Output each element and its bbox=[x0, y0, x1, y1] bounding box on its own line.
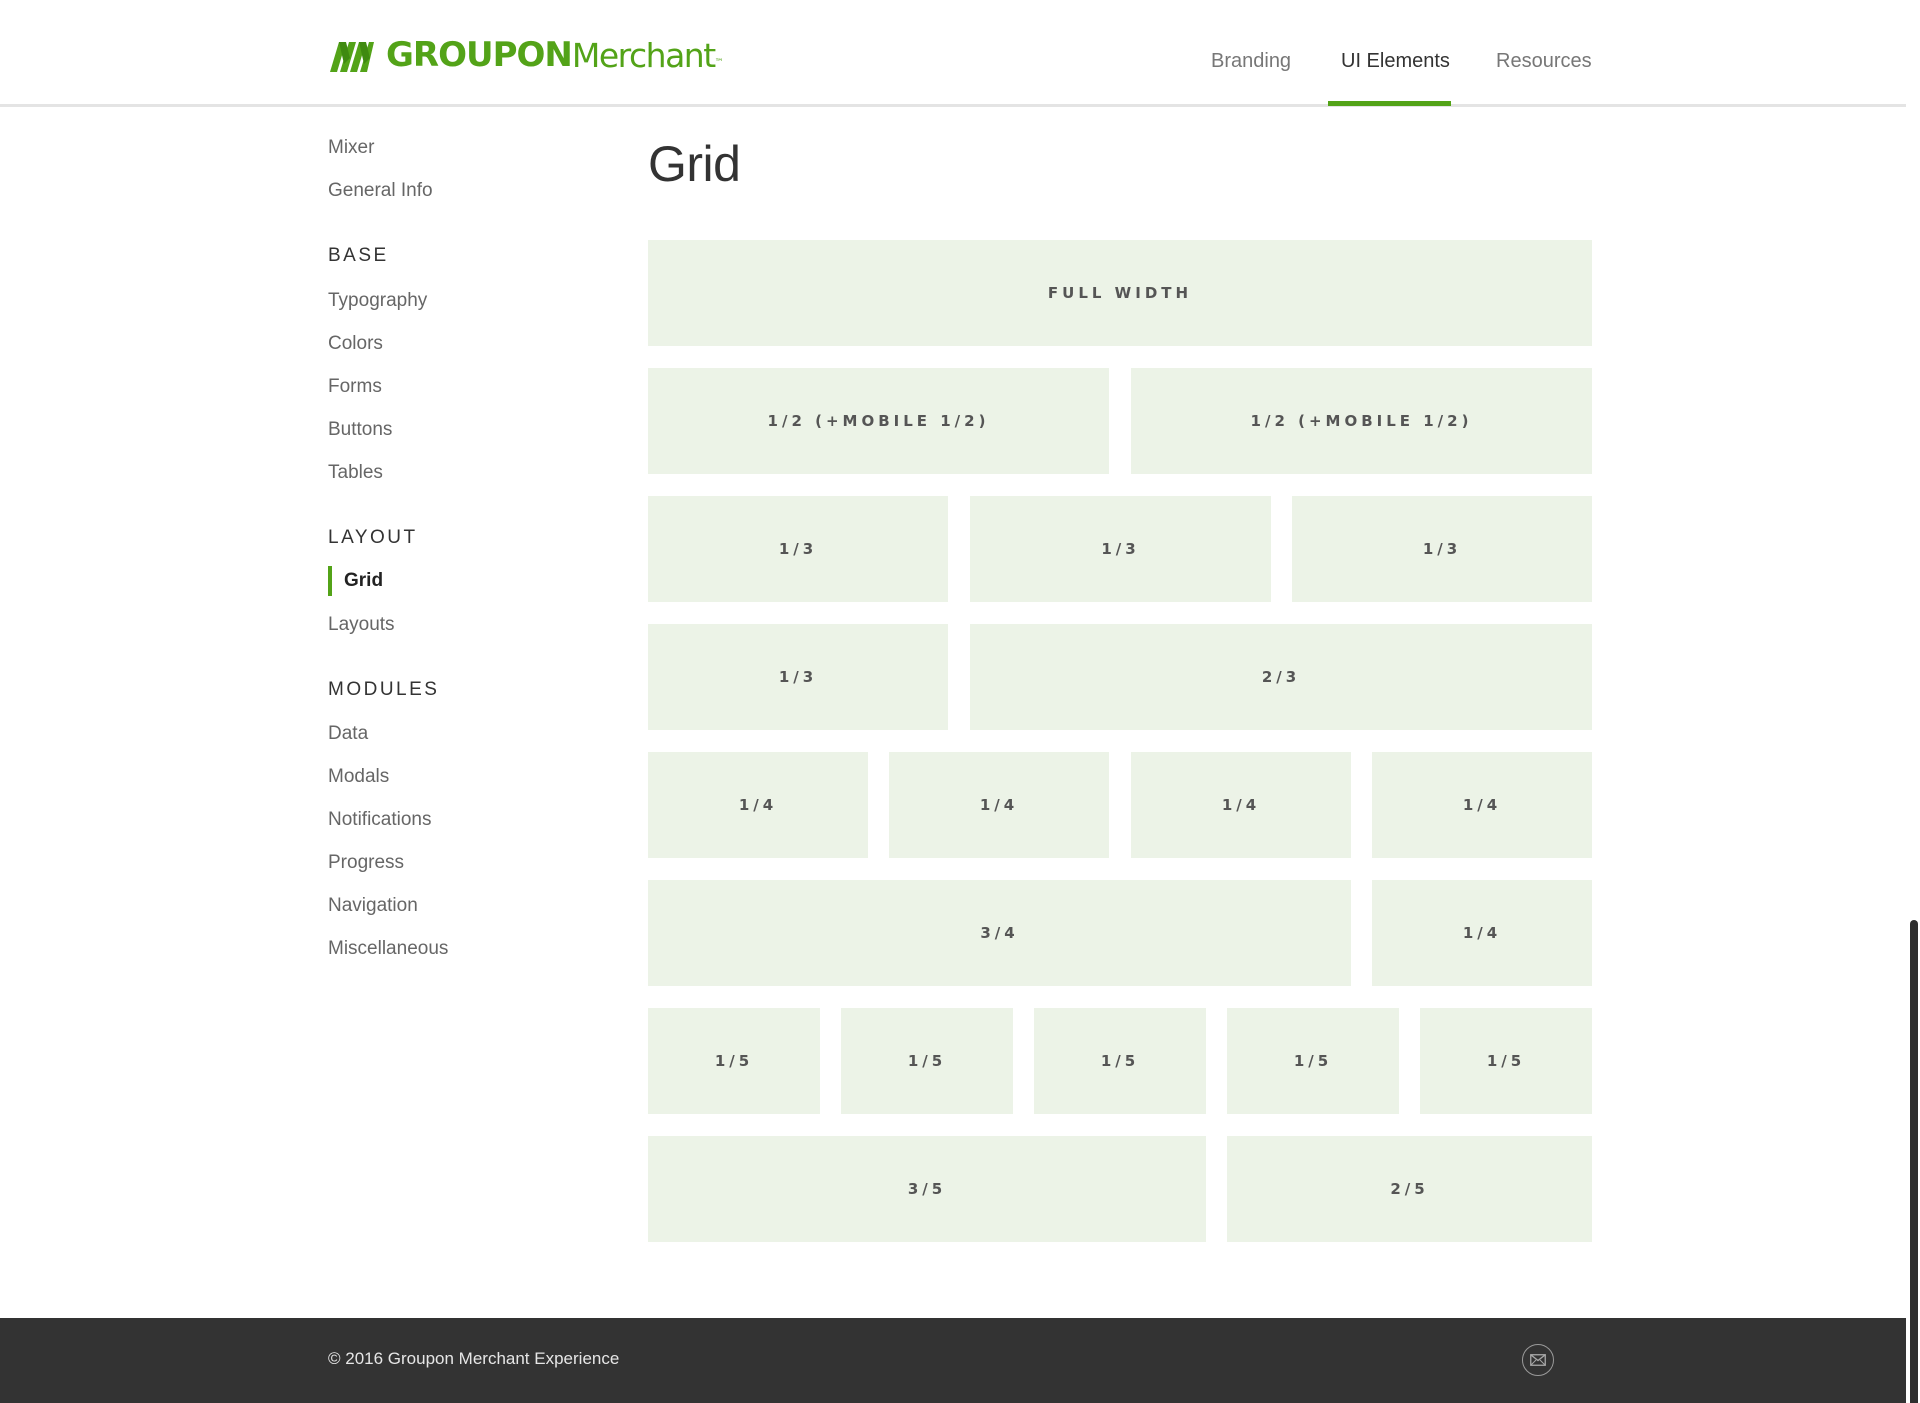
grid-cell-third: 1/3 bbox=[970, 496, 1271, 602]
logo-groupon-text: GROUPON bbox=[386, 35, 573, 75]
grid-cell-quarter: 1/4 bbox=[648, 752, 868, 858]
envelope-icon bbox=[1530, 1354, 1546, 1366]
sidebar-item-colors[interactable]: Colors bbox=[328, 333, 383, 355]
nav-item-ui-elements[interactable]: UI Elements bbox=[1341, 50, 1450, 73]
logo-merchant-text: Merchant bbox=[571, 35, 716, 75]
site-header: GROUPON Merchant ™ Branding UI Elements … bbox=[0, 0, 1920, 107]
logo-trademark: ™ bbox=[714, 58, 724, 68]
sidebar-item-miscellaneous[interactable]: Miscellaneous bbox=[328, 938, 448, 960]
grid-cell-fifth: 1/5 bbox=[648, 1008, 820, 1114]
sidebar-item-general-info[interactable]: General Info bbox=[328, 180, 433, 202]
grid-cell-quarter: 1/4 bbox=[1372, 752, 1592, 858]
grid-cell-fifth: 1/5 bbox=[1420, 1008, 1592, 1114]
grid-cell-full-width: FULL WIDTH bbox=[648, 240, 1592, 346]
sidebar-item-mixer[interactable]: Mixer bbox=[328, 137, 374, 159]
grid-cell-half: 1/2 (+MOBILE 1/2) bbox=[648, 368, 1109, 474]
sidebar-heading-layout: LAYOUT bbox=[328, 527, 418, 548]
groupon-logo-mark-icon bbox=[330, 42, 374, 72]
site-footer: © 2016 Groupon Merchant Experience bbox=[0, 1318, 1920, 1403]
grid-cell-two-fifths: 2/5 bbox=[1227, 1136, 1592, 1242]
grid-cell-quarter: 1/4 bbox=[1372, 880, 1592, 986]
grid-cell-half: 1/2 (+MOBILE 1/2) bbox=[1131, 368, 1592, 474]
grid-cell-two-thirds: 2/3 bbox=[970, 624, 1592, 730]
sidebar-item-typography[interactable]: Typography bbox=[328, 290, 427, 312]
nav-item-branding[interactable]: Branding bbox=[1211, 50, 1291, 73]
groupon-merchant-logo[interactable]: GROUPON Merchant ™ bbox=[330, 35, 724, 75]
sidebar-item-layouts[interactable]: Layouts bbox=[328, 614, 395, 636]
mail-icon[interactable] bbox=[1522, 1344, 1554, 1376]
grid-cell-fifth: 1/5 bbox=[1227, 1008, 1399, 1114]
sidebar-heading-modules: MODULES bbox=[328, 679, 440, 700]
grid-cell-quarter: 1/4 bbox=[889, 752, 1109, 858]
page-title: Grid bbox=[648, 136, 741, 192]
nav-item-resources[interactable]: Resources bbox=[1496, 50, 1592, 73]
grid-cell-third: 1/3 bbox=[648, 496, 948, 602]
sidebar-item-buttons[interactable]: Buttons bbox=[328, 419, 392, 441]
grid-cell-three-quarters: 3/4 bbox=[648, 880, 1351, 986]
page-scrollbar-thumb[interactable] bbox=[1910, 920, 1918, 1403]
grid-cell-fifth: 1/5 bbox=[841, 1008, 1013, 1114]
sidebar-item-tables[interactable]: Tables bbox=[328, 462, 383, 484]
sidebar-heading-base: BASE bbox=[328, 245, 389, 266]
sidebar-item-forms[interactable]: Forms bbox=[328, 376, 382, 398]
footer-copyright: © 2016 Groupon Merchant Experience bbox=[328, 1349, 620, 1368]
nav-active-underline bbox=[1328, 101, 1451, 106]
sidebar-item-modals[interactable]: Modals bbox=[328, 766, 389, 788]
sidebar-active-indicator bbox=[328, 566, 332, 596]
sidebar-item-notifications[interactable]: Notifications bbox=[328, 809, 432, 831]
grid-cell-third: 1/3 bbox=[648, 624, 948, 730]
sidebar-item-navigation[interactable]: Navigation bbox=[328, 895, 418, 917]
grid-cell-quarter: 1/4 bbox=[1131, 752, 1351, 858]
sidebar-item-progress[interactable]: Progress bbox=[328, 852, 404, 874]
sidebar-item-grid[interactable]: Grid bbox=[344, 570, 383, 592]
sidebar-item-data[interactable]: Data bbox=[328, 723, 368, 745]
grid-cell-fifth: 1/5 bbox=[1034, 1008, 1206, 1114]
grid-cell-third: 1/3 bbox=[1292, 496, 1592, 602]
grid-cell-three-fifths: 3/5 bbox=[648, 1136, 1206, 1242]
